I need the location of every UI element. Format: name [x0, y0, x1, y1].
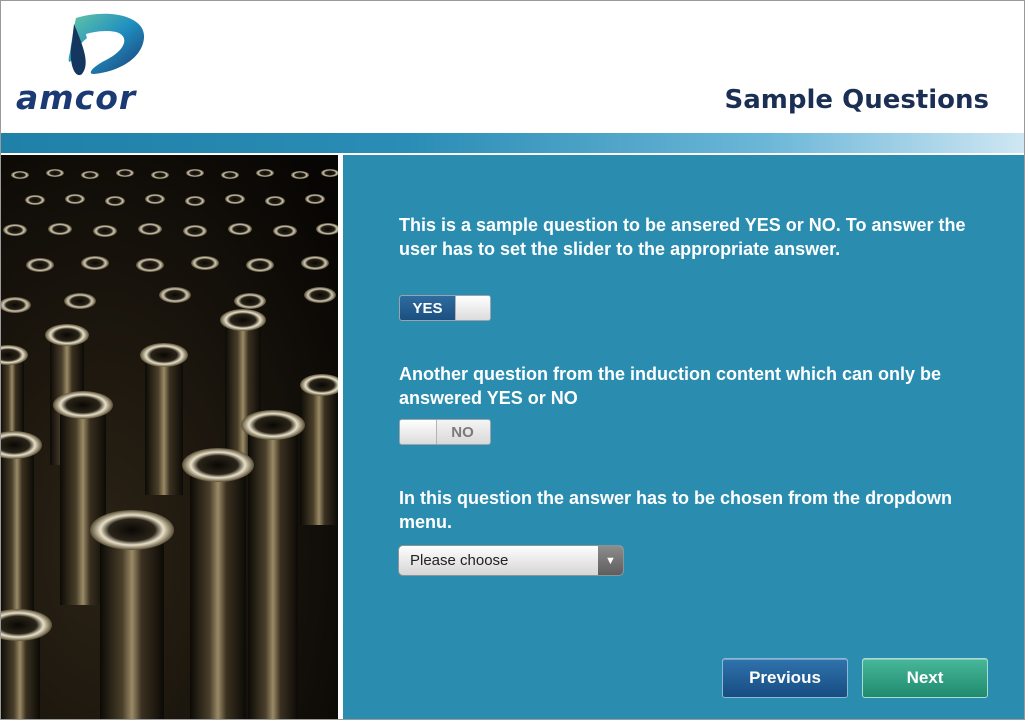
toggle-no-label: NO	[451, 423, 474, 441]
question-panel: This is a sample question to be ansered …	[343, 155, 1025, 720]
dropdown-value: Please choose	[410, 552, 509, 569]
question-3-dropdown[interactable]: Please choose ▼	[398, 545, 624, 576]
toggle-yes-label: YES	[400, 296, 455, 320]
header: amcor Sample Questions	[0, 0, 1025, 133]
question-2-text: Another question from the induction cont…	[399, 364, 942, 408]
chevron-down-icon[interactable]: ▼	[598, 546, 623, 575]
question-2-yes-no-slider[interactable]: NO	[399, 419, 491, 445]
question-1-yes-no-slider[interactable]: YES	[399, 295, 491, 321]
header-stripe	[0, 133, 1025, 153]
previous-button[interactable]: Previous	[722, 658, 848, 698]
bottles-image	[0, 155, 338, 720]
bottles-photo	[0, 155, 338, 720]
question-3-text: In this question the answer has to be ch…	[399, 488, 953, 532]
question-1-text: This is a sample question to be ansered …	[399, 215, 966, 259]
toggle-knob[interactable]	[400, 420, 437, 444]
logo-text: amcor	[16, 78, 137, 117]
page-title: Sample Questions	[724, 85, 989, 115]
toggle-knob[interactable]	[455, 296, 490, 320]
next-button[interactable]: Next	[862, 658, 988, 698]
